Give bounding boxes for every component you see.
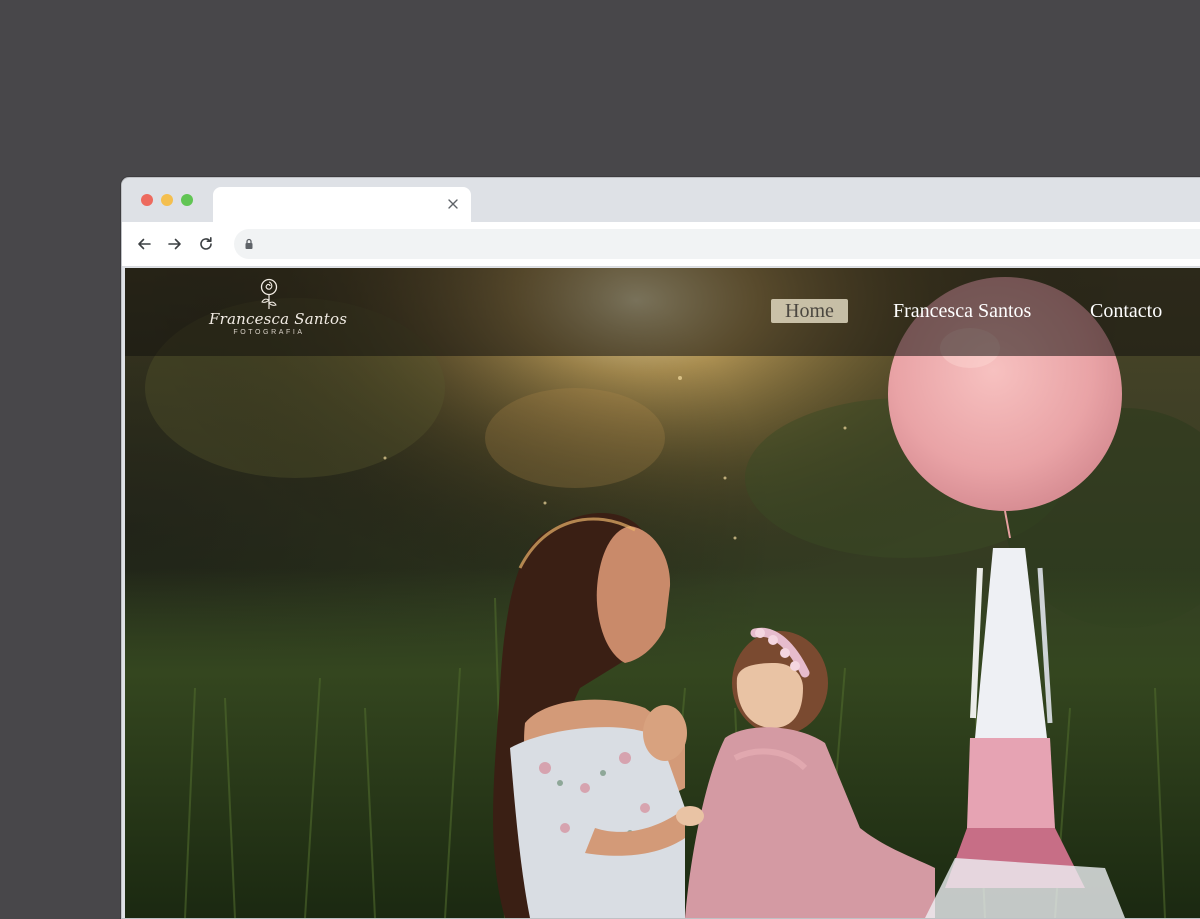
arrow-right-icon[interactable] bbox=[165, 234, 185, 254]
hero-image bbox=[125, 268, 1200, 918]
browser-toolbar bbox=[122, 222, 1200, 267]
site-header: Francesca Santos FOTOGRAFIA Home Frances… bbox=[125, 268, 1200, 356]
arrow-left-icon[interactable] bbox=[134, 234, 154, 254]
nav-item-francesca-santos[interactable]: Francesca Santos bbox=[893, 299, 1031, 323]
page-viewport: Francesca Santos FOTOGRAFIA Home Frances… bbox=[125, 268, 1200, 918]
site-logo[interactable]: Francesca Santos FOTOGRAFIA bbox=[209, 278, 348, 346]
reload-icon[interactable] bbox=[196, 234, 216, 254]
logo-subtitle: FOTOGRAFIA bbox=[233, 329, 305, 336]
logo-name: Francesca Santos bbox=[209, 310, 348, 328]
lock-icon bbox=[244, 237, 256, 251]
window-close-button[interactable] bbox=[141, 194, 153, 206]
window-minimize-button[interactable] bbox=[161, 194, 173, 206]
browser-window: Francesca Santos FOTOGRAFIA Home Frances… bbox=[121, 177, 1200, 919]
rose-icon bbox=[260, 278, 278, 309]
nav-item-home[interactable]: Home bbox=[771, 299, 848, 323]
close-icon[interactable] bbox=[444, 195, 462, 213]
browser-tab[interactable] bbox=[213, 187, 471, 223]
address-bar[interactable] bbox=[234, 229, 1200, 259]
nav-item-contacto[interactable]: Contacto bbox=[1090, 299, 1162, 323]
window-maximize-button[interactable] bbox=[181, 194, 193, 206]
tab-strip bbox=[122, 178, 1200, 223]
